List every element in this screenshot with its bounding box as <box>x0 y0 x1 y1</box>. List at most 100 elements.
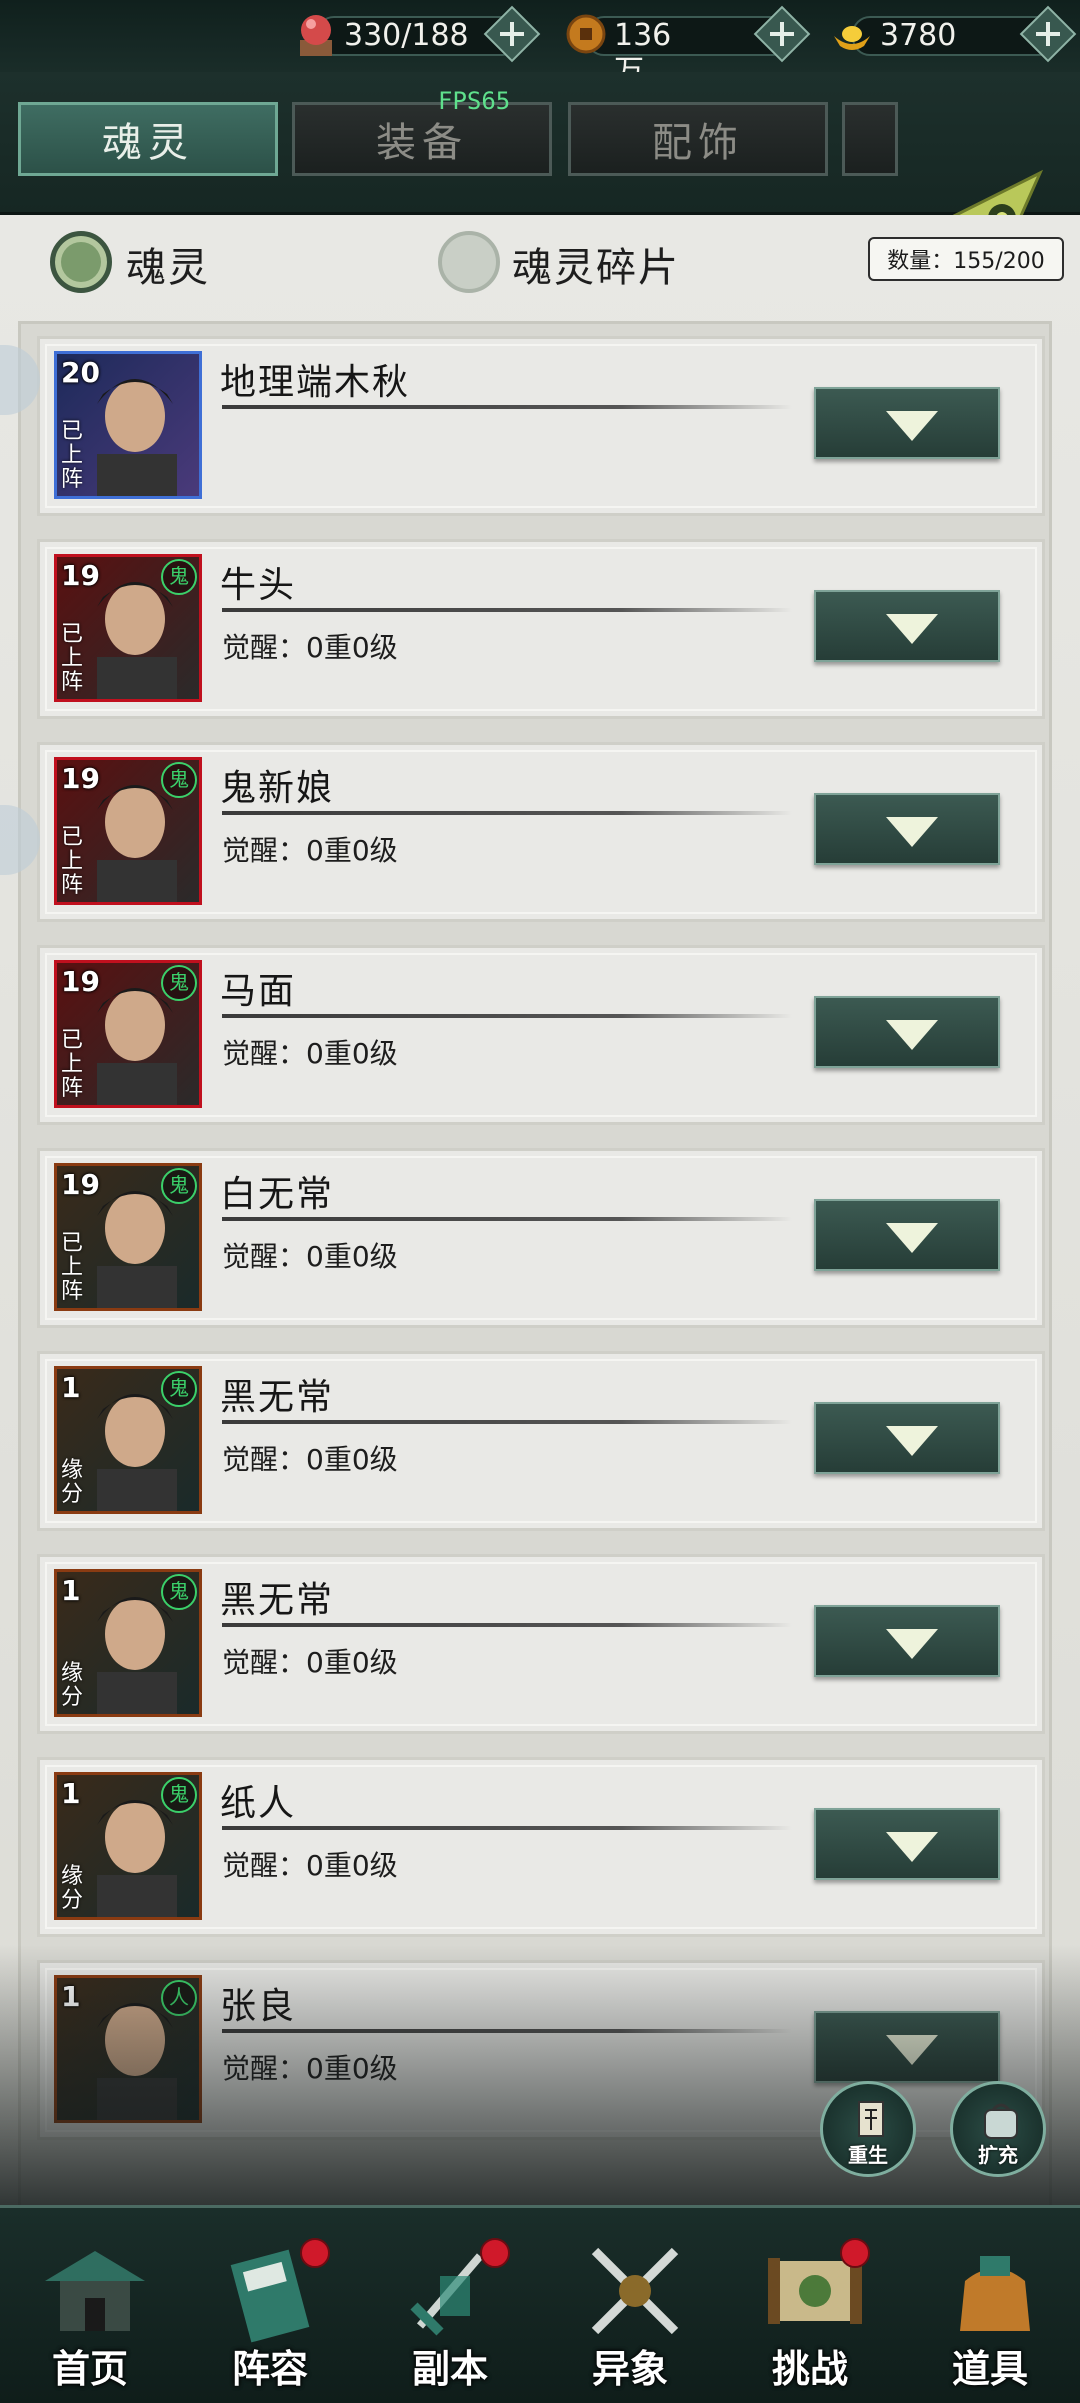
soul-card[interactable]: 1 鬼缘分 黑无常觉醒：0重0级 <box>37 1351 1045 1531</box>
soul-name: 纸人 <box>220 1783 297 1824</box>
nav-lineup[interactable]: 阵容 <box>180 2208 360 2403</box>
soul-card[interactable]: 19 鬼已上阵 白无常 觉醒：0重0级 <box>37 1148 1045 1328</box>
bottom-nav: 首页 阵容 副本 异象 挑战 道具 <box>0 2205 1080 2403</box>
expand-card-button[interactable] <box>814 1402 1000 1474</box>
soul-portrait[interactable]: 1 鬼缘分 <box>54 1772 202 1920</box>
inventory-count: 数量：155/200 <box>868 237 1064 281</box>
divider <box>222 1826 792 1830</box>
soul-name: 牛头 <box>220 565 297 606</box>
status-tag: 缘分 <box>61 1661 84 1710</box>
status-tag: 已上阵 <box>61 622 84 695</box>
faction-badge: 鬼 <box>161 1777 197 1813</box>
status-tag: 已上阵 <box>61 419 84 492</box>
faction-badge: 鬼 <box>161 1371 197 1407</box>
rebirth-button[interactable]: 重生 <box>820 2081 916 2177</box>
bag-icon <box>960 2256 1030 2331</box>
soul-name: 黑无常 <box>220 1580 335 1621</box>
soul-name: 黑无常 <box>220 1377 335 1418</box>
status-tag: 缘分 <box>61 1458 84 1507</box>
soul-level: 19 <box>61 1168 100 1201</box>
stamina-value: 330/188 <box>344 18 469 53</box>
fragment-radio-label: 魂灵碎片 <box>512 245 680 291</box>
soul-portrait[interactable]: 19 鬼已上阵 <box>54 960 202 1108</box>
divider <box>222 1420 792 1424</box>
soul-level: 20 <box>61 356 100 389</box>
awakening-text: 觉醒：0重0级 <box>222 834 398 867</box>
nav-anomaly[interactable]: 异象 <box>540 2208 720 2403</box>
soul-level: 1 <box>61 1574 81 1607</box>
challenge-badge <box>840 2238 870 2268</box>
gold-ingot-icon <box>834 26 870 50</box>
expand-card-button[interactable] <box>814 1199 1000 1271</box>
soul-portrait[interactable]: 1 鬼缘分 <box>54 1569 202 1717</box>
soul-portrait[interactable]: 19 鬼已上阵 <box>54 554 202 702</box>
awakening-text: 觉醒：0重0级 <box>222 1443 398 1476</box>
expand-card-button[interactable] <box>814 1605 1000 1677</box>
lineup-badge <box>300 2238 330 2268</box>
faction-badge: 鬼 <box>161 1168 197 1204</box>
tab-accessory[interactable]: 配饰 <box>568 102 828 176</box>
soul-card[interactable]: 19 鬼已上阵 牛头觉醒：0重0级 <box>37 539 1045 719</box>
expand-card-button[interactable] <box>814 996 1000 1068</box>
copper-coin-icon <box>566 14 606 54</box>
soul-portrait[interactable]: 20 已上阵 <box>54 351 202 499</box>
soul-portrait[interactable]: 19 鬼已上阵 <box>54 1163 202 1311</box>
faction-badge: 鬼 <box>161 762 197 798</box>
divider <box>222 1014 792 1018</box>
fragment-radio[interactable] <box>438 231 500 293</box>
soul-level: 19 <box>61 965 100 998</box>
awakening-text: 觉醒：0重0级 <box>222 1037 398 1070</box>
expand-card-button[interactable] <box>814 1808 1000 1880</box>
divider <box>222 1623 792 1627</box>
awakening-text: 觉醒：0重0级 <box>222 631 398 664</box>
nav-items[interactable]: 道具 <box>900 2208 1080 2403</box>
soul-name: 地理端木秋 <box>220 362 411 403</box>
resource-bar: 330/188 136万 3780 <box>0 0 1080 89</box>
soul-portrait[interactable]: 19 鬼已上阵 <box>54 757 202 905</box>
tab-soul[interactable]: 魂灵 <box>18 102 278 176</box>
expand-button[interactable]: 扩充 <box>950 2081 1046 2177</box>
awakening-text: 觉醒：0重0级 <box>222 1849 398 1882</box>
fps-counter: FPS65 <box>438 87 511 115</box>
soul-name: 白无常 <box>220 1174 335 1215</box>
soul-card[interactable]: 19 鬼已上阵 马面觉醒：0重0级 <box>37 945 1045 1125</box>
faction-badge: 鬼 <box>161 559 197 595</box>
soul-card[interactable]: 1 鬼缘分 黑无常觉醒：0重0级 <box>37 1554 1045 1734</box>
nav-challenge[interactable]: 挑战 <box>720 2208 900 2403</box>
faction-badge: 鬼 <box>161 965 197 1001</box>
tab-equipment[interactable]: 装备 <box>292 102 552 176</box>
soul-list-panel: 魂灵 魂灵碎片 数量：155/200 20 已上阵 地理端木秋 19 鬼已上阵 牛头 觉醒：… <box>0 215 1080 2205</box>
soul-portrait[interactable]: 1 鬼缘分 <box>54 1366 202 1514</box>
soul-level: 19 <box>61 559 100 592</box>
soul-card[interactable]: 1 鬼缘分 纸人觉醒：0重0级 <box>37 1757 1045 1937</box>
faction-badge: 鬼 <box>161 1574 197 1610</box>
soul-card[interactable]: 20 已上阵 地理端木秋 <box>37 336 1045 516</box>
dungeon-badge <box>480 2238 510 2268</box>
tab-more[interactable] <box>842 102 898 176</box>
palace-icon <box>45 2251 145 2331</box>
soul-radio[interactable] <box>50 231 112 293</box>
status-tag: 缘分 <box>61 1864 84 1913</box>
divider <box>222 405 792 409</box>
category-tabs: 魂灵 装备 配饰 <box>0 72 1080 267</box>
soul-level: 1 <box>61 1777 81 1810</box>
subtab-bar: 魂灵 魂灵碎片 数量：155/200 <box>0 215 1080 305</box>
soul-card[interactable]: 19 鬼已上阵 鬼新娘 觉醒：0重0级 <box>37 742 1045 922</box>
expand-card-button[interactable] <box>814 793 1000 865</box>
divider <box>222 811 792 815</box>
soul-level: 1 <box>61 1371 81 1404</box>
soul-level: 19 <box>61 762 100 795</box>
soul-list: 20 已上阵 地理端木秋 19 鬼已上阵 牛头 觉醒：0重0级 19 鬼已上阵 鬼新娘 觉醒：0重0… <box>18 321 1052 2205</box>
soul-radio-label: 魂灵 <box>126 245 210 291</box>
divider <box>222 1217 792 1221</box>
expand-card-button[interactable] <box>814 590 1000 662</box>
expand-card-button[interactable] <box>814 387 1000 459</box>
gold-value: 3780 <box>880 18 957 53</box>
awakening-text: 觉醒：0重0级 <box>222 1646 398 1679</box>
divider <box>222 608 792 612</box>
status-tag: 已上阵 <box>61 1028 84 1101</box>
red-orb-icon <box>300 15 332 56</box>
nav-home[interactable]: 首页 <box>0 2208 180 2403</box>
soul-name: 马面 <box>220 971 297 1012</box>
nav-dungeon[interactable]: 副本 <box>360 2208 540 2403</box>
